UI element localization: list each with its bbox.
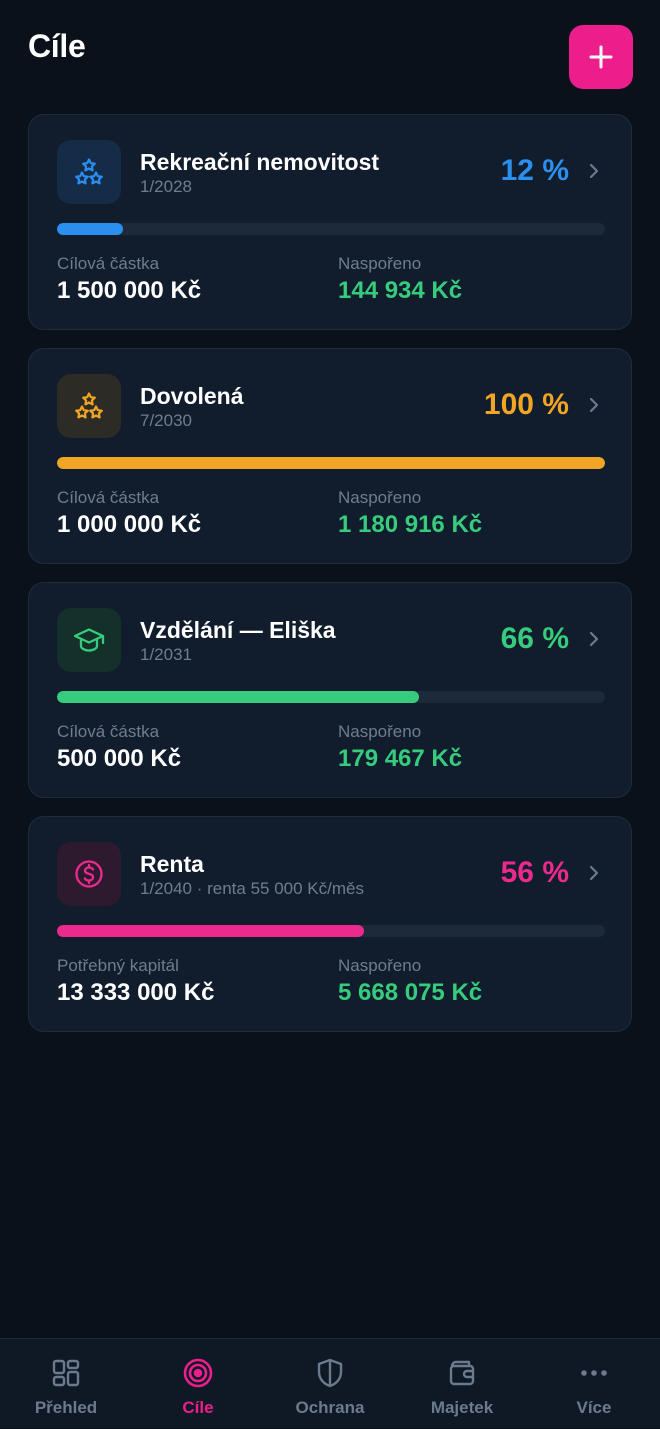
chevron-right-icon [589,631,599,647]
nav-label: Přehled [34,1398,98,1417]
stars-icon [75,392,103,419]
goal-date: 1/2031 [140,645,192,664]
shield-icon [317,1358,343,1388]
saved-value: 5 668 075 Kč [338,979,483,1006]
goal-percent: 56 % [500,856,569,889]
progress-track [57,691,605,703]
goal-percent: 12 % [500,154,569,187]
goal-icon-container [57,140,121,204]
saved-value: 1 180 916 Kč [338,511,483,538]
nav-item-ochrana[interactable]: Ochrana [264,1339,396,1429]
chevron-right-icon [589,865,599,881]
target-value: 1 000 000 Kč [57,511,202,538]
progress-fill [57,457,605,469]
graduation-cap-icon [73,628,105,652]
saved-label: Naspořeno [338,254,422,273]
target-value: 1 500 000 Kč [57,277,202,304]
progress-fill [57,691,419,703]
chevron-right-icon [589,397,599,413]
saved-value: 144 934 Kč [338,277,463,304]
goal-card[interactable]: Vzdělání — Eliška 1/2031 66 % Cílová čás… [28,582,632,798]
required-capital-label: Potřebný kapitál [57,956,179,975]
target-label: Cílová částka [57,488,160,507]
target-label: Cílová částka [57,722,160,741]
goal-date: 1/2040 · renta 55 000 Kč/měs [140,879,364,898]
nav-label: Více [576,1398,612,1417]
saved-label: Naspořeno [338,488,422,507]
nav-item-vice[interactable]: Více [528,1339,660,1429]
bottom-nav: Přehled Cíle Ochrana Majetek Více [0,1338,660,1428]
goal-name: Vzdělání — Eliška [140,617,336,643]
goal-name: Dovolená [140,383,244,409]
chevron-right-icon [589,163,599,179]
dollar-coin-icon [75,860,103,888]
saved-label: Naspořeno [338,722,422,741]
saved-label: Naspořeno [338,956,422,975]
goal-card[interactable]: Dovolená 7/2030 100 % Cílová částka 1 00… [28,348,632,564]
nav-item-prehled[interactable]: Přehled [0,1339,132,1429]
target-icon [183,1358,213,1388]
goal-icon-container [57,374,121,438]
target-value: 500 000 Kč [57,745,182,772]
saved-value: 179 467 Kč [338,745,463,772]
progress-track [57,223,605,235]
stars-icon [75,158,103,185]
goal-date: 1/2028 [140,177,192,196]
progress-track [57,925,605,937]
goal-date: 7/2030 [140,411,192,430]
required-capital-value: 13 333 000 Kč [57,979,215,1006]
more-dots-icon [581,1370,607,1376]
goal-name: Rekreační nemovitost [140,149,380,175]
goal-percent: 66 % [500,622,569,655]
plus-icon [589,45,613,69]
progress-fill [57,223,123,235]
goal-card[interactable]: Rekreační nemovitost 1/2028 12 % Cílová … [28,114,632,330]
goal-name: Renta [140,851,204,877]
goal-list: Rekreační nemovitost 1/2028 12 % Cílová … [28,114,632,1050]
nav-item-cile[interactable]: Cíle [132,1339,264,1429]
nav-label: Ochrana [295,1398,365,1417]
goal-icon-container [57,842,121,906]
goal-icon-container [57,608,121,672]
nav-label: Majetek [430,1398,494,1417]
header: Cíle [0,0,660,100]
wallet-icon [449,1360,475,1386]
nav-item-majetek[interactable]: Majetek [396,1339,528,1429]
dashboard-grid-icon [52,1359,80,1387]
goal-card[interactable]: Renta 1/2040 · renta 55 000 Kč/měs 56 % … [28,816,632,1032]
goal-percent: 100 % [483,388,569,421]
page-title: Cíle [28,28,86,64]
add-goal-button[interactable] [569,25,633,89]
target-label: Cílová částka [57,254,160,273]
progress-fill [57,925,364,937]
nav-label: Cíle [182,1398,214,1417]
progress-track [57,457,605,469]
